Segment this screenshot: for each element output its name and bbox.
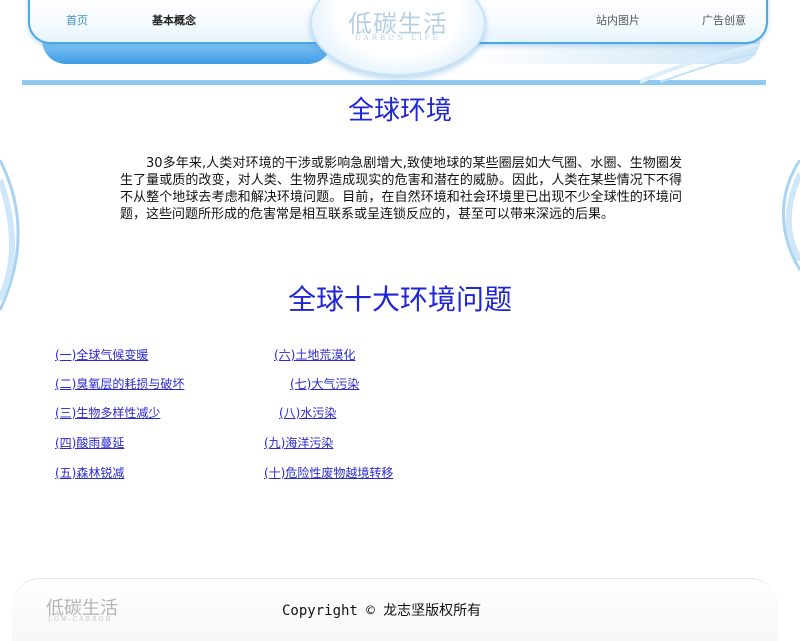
issue-link-8[interactable]: (八)水污染	[279, 404, 336, 421]
intro-paragraph: 30多年来,人类对环境的干涉或影响急剧增大,致使地球的某些圈层如大气圈、水圈、生…	[120, 156, 682, 222]
section-title: 全球十大环境问题	[287, 283, 512, 316]
copyright-text: Copyright © 龙志坚版权所有	[282, 603, 482, 619]
nav-images-link[interactable]: 站内图片	[596, 12, 640, 28]
footer-logo-subtitle: LOW-CARBON	[48, 616, 113, 623]
issue-link-3[interactable]: (三)生物多样性减少	[55, 404, 160, 421]
nav-home-link[interactable]: 首页	[66, 12, 88, 28]
page-title: 全球环境	[347, 96, 452, 126]
nav-concept-link[interactable]: 基本概念	[152, 12, 196, 28]
issue-link-6[interactable]: (六)土地荒漠化	[274, 346, 355, 363]
right-swoosh-decoration	[782, 160, 800, 271]
nav-ads-link[interactable]: 广告创意	[702, 12, 746, 28]
issue-link-10[interactable]: (十)危险性废物越境转移	[264, 464, 393, 481]
top-swoosh-decoration	[640, 44, 760, 84]
site-logo-subtitle: CARBON LIFE	[355, 34, 441, 42]
issue-link-2[interactable]: (二)臭氧层的耗损与破坏	[55, 375, 184, 392]
issue-link-4[interactable]: (四)酸雨蔓延	[55, 434, 124, 451]
issue-link-7[interactable]: (七)大气污染	[290, 375, 359, 392]
issue-link-9[interactable]: (九)海洋污染	[264, 434, 333, 451]
issue-link-1[interactable]: (一)全球气候变暖	[55, 346, 148, 363]
issue-link-5[interactable]: (五)森林锐减	[55, 464, 124, 481]
